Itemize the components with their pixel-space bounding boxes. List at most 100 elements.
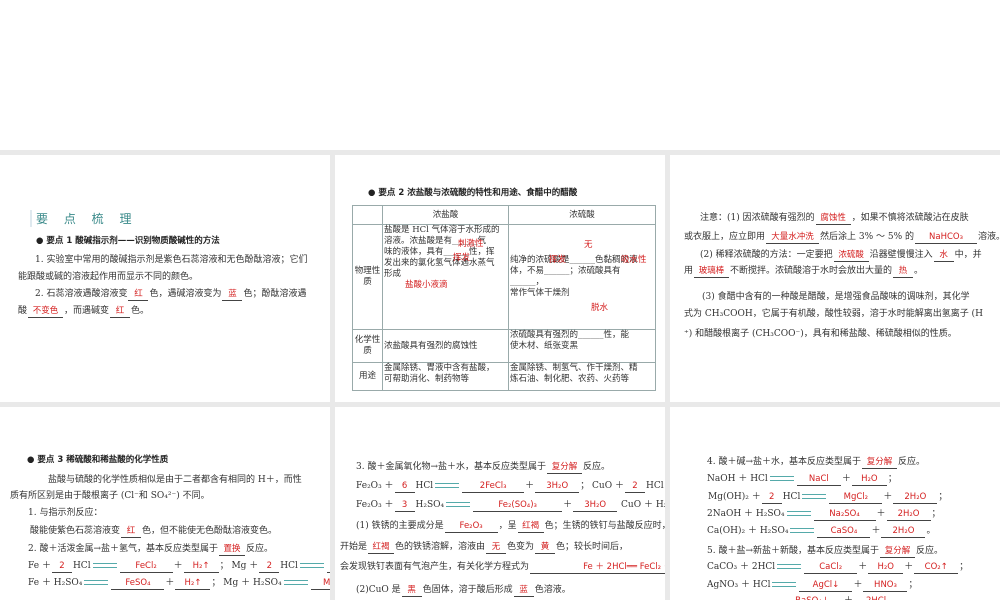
- equals-sign: [84, 580, 109, 585]
- text-line: 用玻璃棒 不断搅拌。浓硫酸溶于水时会放出大量的热。: [684, 265, 923, 278]
- text: Fe₂O₃ ＋: [356, 500, 394, 510]
- key-point-1-heading: ● 要点 1 酸碱指示剂——识别物质酸碱性的方法: [36, 235, 220, 247]
- text: HCl: [280, 561, 298, 571]
- text: 式为 CH₃COOH，它属于有机酸，酸性较弱，溶于水时能解离出氢离子 (H: [684, 309, 983, 319]
- text-line: 盐酸与硫酸的化学性质相似是由于二者都含有相同的 H＋，而性: [48, 474, 302, 486]
- equation-line: Ca(OH)₂ ＋ H₂SO₄ CaSO₄ ＋ 2H₂O。: [707, 525, 935, 538]
- text: ＋: [904, 562, 914, 572]
- equals-sign: [446, 502, 471, 507]
- text: 然后涂上 3% ～ 5% 的: [820, 232, 915, 242]
- answer-blank: 3H₂O: [535, 480, 580, 493]
- cell-text-line: 常作气体干燥剂: [510, 288, 570, 298]
- text: 1. 与指示剂反应：: [28, 508, 103, 518]
- answer-blank: MgCl₂: [326, 560, 330, 573]
- text: H₂SO₄: [415, 500, 445, 510]
- row-label: 物理性质: [352, 224, 383, 330]
- cell-hcl-physical: 盐酸是 HCl 气体溶于水形成的 溶液。浓盐酸是有______气 味的液体，具有__…: [382, 224, 509, 330]
- text-line: (2) 稀释浓硫酸的方法：一定要把 浓硫酸 沿器壁慢慢注入水中，并: [700, 249, 982, 262]
- text: ＋: [525, 481, 535, 491]
- answer-blank: 2H₂O: [881, 525, 926, 538]
- slide-indicators: 要 点 梳 理 ● 要点 1 酸碱指示剂——识别物质酸碱性的方法 1. 实验室中…: [0, 155, 330, 402]
- text: 反应。: [583, 462, 611, 472]
- text: 色溶液。: [534, 585, 571, 595]
- equation-line: CaCO₃ ＋ 2HCl CaCl₂ ＋ H₂O ＋ CO₂↑；: [707, 561, 968, 574]
- equation-line: Fe ＋2HClFeCl₂＋H₂↑； Mg ＋2HClMgCl₂＋H₂↑；: [28, 560, 330, 573]
- text-line: ⁺) 和醋酸根离子 (CH₃COO⁻)，具有和稀盐酸、稀硫酸相似的性质。: [684, 328, 957, 340]
- answer-blank: 不变色: [28, 305, 64, 318]
- text-line: 4. 酸＋碱→盐＋水，基本反应类型属于 复分解 反应。: [707, 456, 925, 469]
- text-line: 3. 酸＋金属氧化物→盐＋水，基本反应类型属于 复分解 反应。: [356, 461, 610, 474]
- text-line: 5. 酸＋盐→新盐＋新酸，基本反应类型属于 复分解 反应。: [707, 545, 943, 558]
- answer-blank: 无: [486, 541, 507, 554]
- text: (2) 稀释浓硫酸的方法：一定要把: [700, 250, 833, 260]
- cell-text-line: 形成: [384, 269, 402, 279]
- slide-dilute-acids: ● 要点 3 稀硫酸和稀盐酸的化学性质 盐酸与硫酸的化学性质相似是由于二者都含有…: [0, 407, 330, 600]
- answer-blank: Na₂SO₄: [813, 508, 876, 521]
- text: 反应。: [916, 546, 944, 556]
- answer: 盐酸小液滴: [405, 280, 448, 290]
- slide-bases-salts: 4. 酸＋碱→盐＋水，基本反应类型属于 复分解 反应。 NaOH ＋ HCl NaCl…: [670, 407, 1000, 600]
- answer-blank: HNO₃: [863, 579, 908, 592]
- answer-blank: NaHCO₃: [915, 231, 978, 244]
- blank-top-area: [0, 0, 1000, 150]
- answer-blank: Fe₂(SO₄)₃: [473, 499, 563, 512]
- answer-blank: BaSO₄↓: [781, 595, 843, 600]
- text: 酸: [18, 306, 28, 316]
- cell-text-line: 盐酸是 HCl 气体溶于水形成的: [384, 225, 500, 235]
- text: 反应。: [898, 457, 926, 467]
- answer-blank: 2: [761, 491, 782, 504]
- text: 2. 石蕊溶液遇酸溶液变: [35, 289, 128, 299]
- text: ； CuO ＋: [580, 481, 624, 491]
- text: 5. 酸＋盐→新盐＋新酸，基本反应类型属于: [707, 546, 879, 556]
- text: ⁺) 和醋酸根离子 (CH₃COO⁻)，具有和稀盐酸、稀硫酸相似的性质。: [684, 329, 957, 339]
- slide-notes: 注意：(1) 因浓硫酸有强烈的 腐蚀性 ，如果不慎将浓硫酸沾在皮肤 或衣服上，应立即…: [670, 155, 1000, 402]
- text-line: 酸不变色 ，而遇碱变红色。: [18, 305, 149, 318]
- text: ； Mg ＋: [219, 561, 259, 571]
- text: ＋: [883, 492, 893, 502]
- text: ＋: [858, 562, 868, 572]
- cell-h2so4-uses: 金属除锈、制氢气、作干燥剂、精 炼石油、制化肥、农药、火药等: [508, 362, 656, 391]
- text: HCl: [645, 481, 664, 491]
- answer-blank: 复分解: [547, 461, 582, 474]
- answer-blank: 红褐: [368, 541, 395, 554]
- answer-blank: 黑: [401, 584, 422, 597]
- answer-blank: 热: [893, 265, 914, 278]
- text-line: 会发现铁钉表面有气泡产生，有关化学方程式为Fe ＋ 2HCl══ FeCl₂ ＋…: [340, 561, 665, 574]
- text: ；: [887, 474, 897, 484]
- text-line: (2)CuO 是黑色固体，溶于酸后形成蓝色溶液。: [356, 584, 571, 597]
- text: ● 要点 1 酸碱指示剂——识别物质酸碱性的方法: [36, 236, 220, 246]
- text: 。: [914, 266, 924, 276]
- equals-sign: [435, 483, 460, 488]
- answer-blank: H₂↑: [183, 560, 219, 573]
- equation-line: 2NaOH ＋ H₂SO₄ Na₂SO₄ ＋ 2H₂O；: [707, 508, 941, 521]
- slide-concentrated-acids: ● 要点 2 浓盐酸与浓硫酸的特性和用途、食醋中的醋酸 浓盐酸 浓硫酸 物理性质…: [335, 155, 665, 402]
- answer-blank: 玻璃棒: [694, 265, 730, 278]
- answer: 无: [584, 240, 593, 250]
- answer-blank: FeCl₂: [119, 560, 173, 573]
- answer-blank: 浓硫酸: [833, 249, 869, 262]
- answer-blank: H₂O: [868, 561, 904, 574]
- cell-text-line: 可帮助消化、制药物等: [384, 374, 470, 384]
- cell-text-line: 体，不易______；浓硫酸具有______，: [510, 266, 621, 287]
- answer-blank: H₂O: [851, 473, 887, 486]
- answer-blank: MgSO₄: [310, 577, 330, 590]
- cell-text-line: 浓盐酸具有强烈的腐蚀性: [384, 340, 478, 351]
- answer-blank: 2: [51, 560, 72, 573]
- answer: 挥发: [453, 253, 471, 263]
- answer-blank: 2FeCl₃: [462, 480, 525, 493]
- equals-sign: [802, 494, 827, 499]
- equals-sign: [777, 564, 802, 569]
- text: ；: [938, 492, 948, 502]
- equation-line: AgNO₃ ＋ HCl AgCl↓ ＋ HNO₃；: [707, 579, 918, 592]
- answer-blank: 水: [933, 249, 954, 262]
- equation-line: Fe ＋ H₂SO₄FeSO₄＋H₂↑； Mg ＋ H₂SO₄MgSO₄＋H₂↑…: [28, 577, 330, 590]
- text-line: 或衣服上，应立即用大量水冲洗然后涂上 3% ～ 5% 的NaHCO₃溶液。: [684, 231, 1000, 244]
- answer-blank: 3: [394, 499, 415, 512]
- answer-blank: 2H₂O: [886, 508, 931, 521]
- text: ＋: [563, 500, 573, 510]
- text: ； Mg ＋ H₂SO₄: [211, 578, 282, 588]
- text: 沿器壁慢慢注入: [869, 250, 933, 260]
- answer-blank: 复分解: [862, 456, 897, 469]
- answer-blank: 大量水冲洗: [766, 231, 820, 244]
- key-point-2-heading: ● 要点 2 浓盐酸与浓硫酸的特性和用途、食醋中的醋酸: [368, 188, 578, 198]
